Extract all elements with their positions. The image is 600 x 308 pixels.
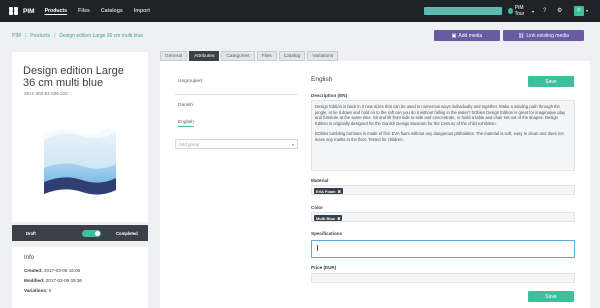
group-english[interactable]: English (178, 120, 194, 125)
tab-attributes[interactable]: Attributes (189, 51, 220, 61)
gear-icon[interactable]: ⚙ (557, 7, 562, 15)
breadcrumb-current: Design edition Large 36 cm multi blue (59, 33, 144, 39)
chevron-down-icon: ▾ (291, 142, 294, 147)
breadcrumb-separator: / (24, 33, 27, 39)
media-icon: ▣ (451, 32, 457, 39)
product-title: Design edition Large 36 cm multi blue (23, 65, 124, 89)
info-modified: Modified: 2017-03-09 09:36 (24, 278, 82, 283)
tab-general[interactable]: General (160, 51, 188, 61)
add-group-placeholder: Add group (179, 141, 200, 147)
product-image[interactable] (30, 106, 128, 206)
description-label: Description (EN) (311, 93, 347, 98)
tab-categories[interactable]: Categories (221, 51, 255, 61)
variations-label: Variations: (24, 288, 48, 293)
price-label: Price (EUR) (311, 265, 337, 270)
modified-label: Modified: (24, 278, 45, 283)
tour-icon (508, 8, 513, 14)
text-caret (317, 245, 318, 251)
global-search-input[interactable] (424, 7, 502, 15)
remove-tag-icon[interactable]: ✖ (338, 189, 341, 194)
logo-icon (9, 7, 20, 15)
group-ungrouped[interactable]: Ungrouped (178, 79, 202, 84)
breadcrumb-pim[interactable]: PIM (12, 33, 21, 39)
user-avatar[interactable]: P (574, 6, 584, 16)
description-paragraph-1: Design Edition is back in 3 new sizes th… (315, 104, 566, 126)
pim-tour-button[interactable]: PIM Tour ▾ (508, 5, 534, 17)
group-danish[interactable]: Danish (178, 103, 193, 108)
specifications-label: Specifications (311, 231, 343, 236)
tab-catalog[interactable]: Catalog (278, 51, 306, 61)
status-completed-label: Completed (116, 230, 138, 236)
add-group-select[interactable]: Add group ▾ (175, 139, 298, 149)
chevron-down-icon[interactable]: ▾ (586, 7, 588, 15)
color-tag-label: Multi Blue (316, 215, 336, 221)
nav-products[interactable]: Products (45, 8, 67, 14)
help-icon[interactable]: ? (543, 7, 546, 15)
variations-value: 0 (48, 288, 52, 293)
product-sku: SKU: 003-91-036-222 (24, 91, 68, 96)
link-media-button[interactable]: ⛓ Link existing media (503, 30, 584, 41)
toggle-knob (95, 231, 100, 236)
save-button-bottom[interactable]: Save (528, 291, 574, 302)
material-field[interactable]: EVA Foam ✖ (311, 185, 575, 195)
tab-variations[interactable]: Variations (307, 51, 339, 61)
app-logo[interactable]: PIM (9, 7, 35, 15)
material-label: Material (311, 178, 329, 183)
main-nav: Products Files Catalogs Import (45, 8, 161, 14)
nav-files[interactable]: Files (78, 8, 90, 14)
remove-tag-icon[interactable]: ✖ (337, 216, 340, 221)
created-value: 2017-03-08 16:06 (43, 268, 81, 273)
created-label: Created: (24, 268, 43, 273)
material-tag-label: EVA Foam (316, 188, 336, 194)
breadcrumb: PIM / Products / Design edition Large 36… (12, 33, 143, 39)
app-name: PIM (23, 7, 35, 15)
description-textarea[interactable]: Design Edition is back in 3 new sizes th… (311, 100, 575, 171)
divider (175, 94, 298, 95)
avatar-initial: P (577, 8, 581, 14)
link-media-label: Link existing media (526, 32, 569, 39)
status-toggle[interactable] (82, 230, 101, 237)
color-tag: Multi Blue ✖ (314, 215, 343, 221)
link-icon: ⛓ (518, 32, 525, 39)
status-bar: Draft Completed (12, 225, 148, 241)
add-media-label: Add media (458, 32, 483, 39)
specifications-input[interactable] (311, 240, 575, 258)
tour-label: PIM Tour (514, 5, 525, 17)
color-field[interactable]: Multi Blue ✖ (311, 212, 575, 222)
language-title: English (311, 76, 333, 83)
product-tabs: General Attributes Categories Files Cata… (160, 51, 340, 61)
nav-import[interactable]: Import (134, 8, 150, 14)
price-input[interactable] (311, 273, 575, 283)
info-title: Info (24, 255, 35, 261)
add-media-button[interactable]: ▣ Add media (434, 30, 500, 41)
color-label: Color (311, 205, 323, 210)
material-tag: EVA Foam ✖ (314, 188, 343, 194)
save-button-top[interactable]: Save (528, 76, 574, 87)
info-variations: Variations: 0 (24, 288, 51, 293)
breadcrumb-separator: / (54, 33, 56, 39)
nav-catalogs[interactable]: Catalogs (101, 8, 123, 14)
description-paragraph-2: bObles tumbling furniture is made of fir… (315, 131, 564, 142)
modified-value: 2017-03-09 09:36 (45, 278, 82, 283)
tab-files[interactable]: Files (256, 51, 277, 61)
breadcrumb-products[interactable]: Products (30, 33, 50, 39)
info-created: Created: 2017-03-08 16:06 (24, 268, 80, 273)
status-draft-label: Draft (26, 230, 36, 236)
chevron-down-icon: ▾ (531, 8, 534, 14)
